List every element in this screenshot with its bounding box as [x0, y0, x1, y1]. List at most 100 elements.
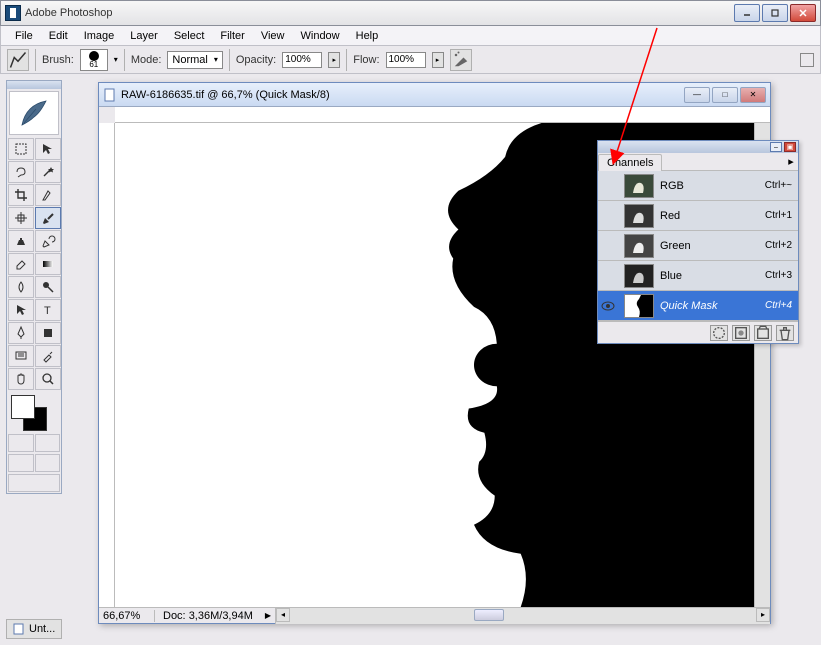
scroll-left-arrow[interactable]: ◂: [276, 608, 290, 622]
crop-tool[interactable]: [8, 184, 34, 206]
channel-shortcut: Ctrl+1: [765, 210, 792, 221]
menu-window[interactable]: Window: [293, 28, 348, 44]
menu-file[interactable]: File: [7, 28, 41, 44]
move-tool[interactable]: [35, 138, 61, 160]
channel-row-rgb[interactable]: RGB Ctrl+~: [598, 171, 798, 201]
opacity-input[interactable]: [282, 52, 322, 68]
palette-grip[interactable]: [7, 81, 61, 89]
taskbar-doc-tab[interactable]: Unt...: [6, 619, 62, 639]
eye-icon: [601, 301, 615, 311]
menu-image[interactable]: Image: [76, 28, 123, 44]
horizontal-scrollbar[interactable]: ◂ ▸: [275, 608, 770, 624]
mode-label: Mode:: [131, 54, 162, 66]
clone-stamp-tool[interactable]: [8, 230, 34, 252]
channel-shortcut: Ctrl+~: [765, 180, 792, 191]
gradient-tool[interactable]: [35, 253, 61, 275]
opacity-label: Opacity:: [236, 54, 276, 66]
healing-brush-tool[interactable]: [8, 207, 34, 229]
channel-row-green[interactable]: Green Ctrl+2: [598, 231, 798, 261]
menu-select[interactable]: Select: [166, 28, 213, 44]
panel-tabs: Channels ▸: [598, 153, 798, 171]
channel-row-red[interactable]: Red Ctrl+1: [598, 201, 798, 231]
marquee-tool[interactable]: [8, 138, 34, 160]
channel-thumbnail: [624, 264, 654, 288]
menu-help[interactable]: Help: [348, 28, 387, 44]
slice-tool[interactable]: [35, 184, 61, 206]
channel-shortcut: Ctrl+3: [765, 270, 792, 281]
lasso-tool[interactable]: [8, 161, 34, 183]
color-swatches[interactable]: [9, 393, 59, 431]
visibility-toggle[interactable]: [598, 301, 618, 311]
mode-dropdown[interactable]: Normal ▾: [167, 51, 222, 69]
notes-tool[interactable]: [8, 345, 34, 367]
dodge-tool[interactable]: [35, 276, 61, 298]
brush-preset-picker[interactable]: 61: [80, 49, 108, 71]
magic-wand-tool[interactable]: [35, 161, 61, 183]
screen-mode-2[interactable]: [35, 454, 61, 472]
app-title: Adobe Photoshop: [25, 7, 112, 19]
mode-value: Normal: [172, 54, 207, 66]
foreground-color-swatch[interactable]: [11, 395, 35, 419]
tab-channels[interactable]: Channels: [598, 154, 662, 171]
document-title-bar[interactable]: RAW-6186635.tif @ 66,7% (Quick Mask/8) —…: [99, 83, 770, 107]
taskbar-doc-label: Unt...: [29, 623, 55, 635]
path-selection-tool[interactable]: [8, 299, 34, 321]
current-tool-icon[interactable]: [7, 49, 29, 71]
menu-layer[interactable]: Layer: [122, 28, 166, 44]
save-selection-button[interactable]: [732, 325, 750, 341]
delete-channel-button[interactable]: [776, 325, 794, 341]
menu-view[interactable]: View: [253, 28, 293, 44]
standard-mode-button[interactable]: [8, 434, 34, 452]
panel-menu-button[interactable]: ▸: [784, 153, 798, 170]
jump-imageready-button[interactable]: [8, 474, 60, 492]
hand-tool[interactable]: [8, 368, 34, 390]
flow-slider-toggle[interactable]: ▸: [432, 52, 444, 68]
photoshop-logo: [9, 91, 59, 135]
pen-tool[interactable]: [8, 322, 34, 344]
channel-thumbnail: [624, 234, 654, 258]
zoom-field[interactable]: 66,67%: [99, 610, 155, 622]
quickmask-mode-button[interactable]: [35, 434, 61, 452]
panel-minimize-button[interactable]: –: [770, 142, 782, 152]
airbrush-toggle[interactable]: [450, 49, 472, 71]
opacity-slider-toggle[interactable]: ▸: [328, 52, 340, 68]
app-icon: [5, 5, 21, 21]
flow-input[interactable]: [386, 52, 426, 68]
flow-label: Flow:: [353, 54, 379, 66]
screen-mode-1[interactable]: [8, 454, 34, 472]
status-menu-arrow[interactable]: ▶: [261, 611, 275, 620]
zoom-tool[interactable]: [35, 368, 61, 390]
channel-shortcut: Ctrl+4: [765, 300, 792, 311]
channel-row-quickmask[interactable]: Quick Mask Ctrl+4: [598, 291, 798, 321]
menu-edit[interactable]: Edit: [41, 28, 76, 44]
scroll-right-arrow[interactable]: ▸: [756, 608, 770, 622]
chevron-down-icon[interactable]: ▾: [114, 55, 118, 64]
channel-name: Quick Mask: [660, 300, 759, 312]
eraser-tool[interactable]: [8, 253, 34, 275]
panel-close-button[interactable]: ▣: [784, 142, 796, 152]
panel-title-bar[interactable]: – ▣: [598, 141, 798, 153]
channel-row-blue[interactable]: Blue Ctrl+3: [598, 261, 798, 291]
minimize-button[interactable]: [734, 4, 760, 22]
separator: [124, 49, 125, 71]
doc-size-label[interactable]: Doc: 3,36M/3,94M: [155, 610, 261, 622]
blur-tool[interactable]: [8, 276, 34, 298]
eyedropper-tool[interactable]: [35, 345, 61, 367]
channel-thumbnail: [624, 204, 654, 228]
palette-well-button[interactable]: [800, 53, 814, 67]
shape-tool[interactable]: [35, 322, 61, 344]
doc-maximize-button[interactable]: □: [712, 87, 738, 103]
maximize-button[interactable]: [762, 4, 788, 22]
scroll-thumb[interactable]: [474, 609, 504, 621]
brush-tool[interactable]: [35, 207, 61, 229]
new-channel-button[interactable]: [754, 325, 772, 341]
doc-close-button[interactable]: ✕: [740, 87, 766, 103]
history-brush-tool[interactable]: [35, 230, 61, 252]
close-button[interactable]: [790, 4, 816, 22]
channel-name: Blue: [660, 270, 759, 282]
doc-minimize-button[interactable]: —: [684, 87, 710, 103]
menu-filter[interactable]: Filter: [212, 28, 252, 44]
load-selection-button[interactable]: [710, 325, 728, 341]
separator: [35, 49, 36, 71]
type-tool[interactable]: T: [35, 299, 61, 321]
